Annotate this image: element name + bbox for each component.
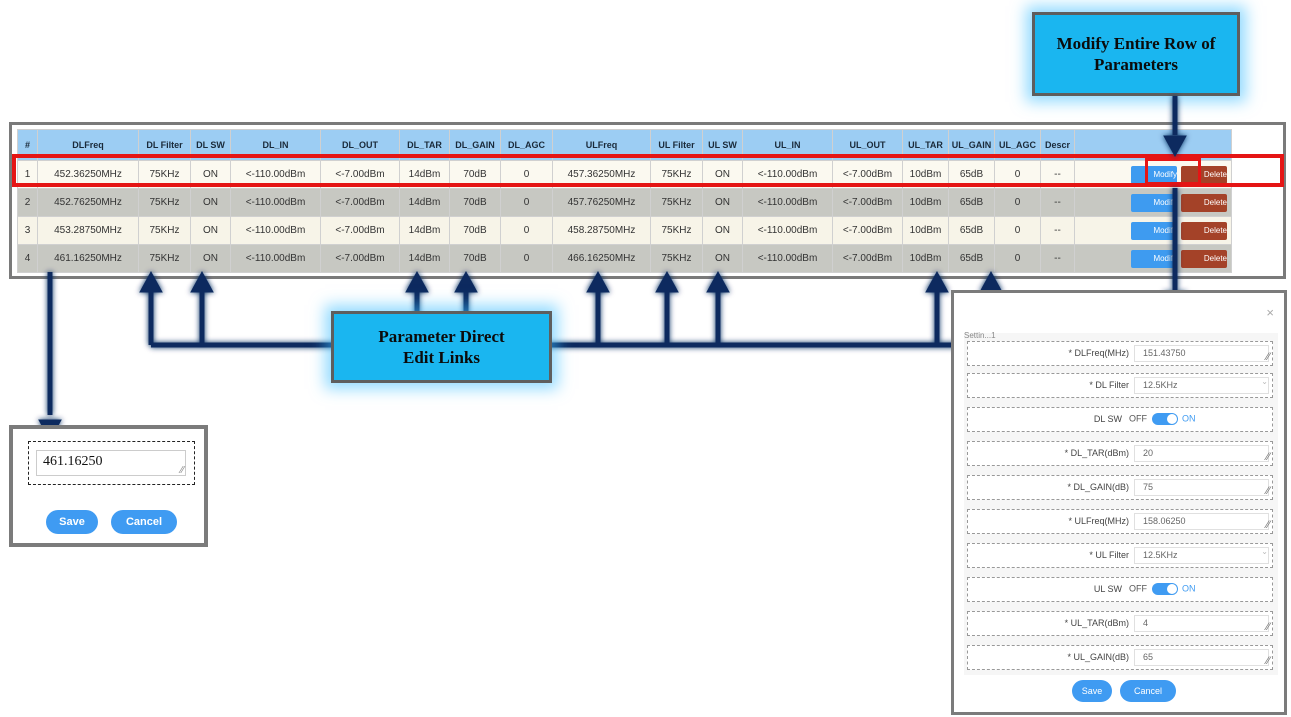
- up-arrow-icon: [454, 270, 478, 293]
- popup-cancel-button[interactable]: Cancel: [111, 510, 177, 534]
- dialog-field: * UL_GAIN(dB) 65 ⁄⁄: [967, 645, 1273, 670]
- field-input[interactable]: 4: [1134, 615, 1269, 632]
- dialog-field: * DLFreq(MHz) 151.43750 ⁄⁄: [967, 341, 1273, 366]
- textarea-resize-icon: ⁄⁄: [1266, 621, 1270, 633]
- dialog-field: DL SW OFF ON: [967, 407, 1273, 432]
- field-label: * UL_TAR(dBm): [1064, 618, 1129, 628]
- up-arrow-icon: [139, 270, 163, 293]
- field-select[interactable]: 12.5KHz: [1134, 377, 1269, 394]
- field-select[interactable]: 12.5KHz: [1134, 547, 1269, 564]
- textarea-resize-icon: ⁄⁄: [1266, 485, 1270, 497]
- callout-direct-edit: Parameter Direct Edit Links: [331, 311, 552, 383]
- field-input[interactable]: 151.43750: [1134, 345, 1269, 362]
- edit-value-input[interactable]: 461.16250: [36, 450, 186, 476]
- toggle-switch[interactable]: OFF ON: [1129, 583, 1196, 595]
- dialog-field: * DL_GAIN(dB) 75 ⁄⁄: [967, 475, 1273, 500]
- field-label: * DLFreq(MHz): [1068, 348, 1129, 358]
- dialog-field: * UL Filter 12.5KHz ⌄: [967, 543, 1273, 568]
- field-label: * DL_GAIN(dB): [1067, 482, 1129, 492]
- field-input[interactable]: 65: [1134, 649, 1269, 666]
- chevron-down-icon: ⌄: [1261, 377, 1268, 386]
- field-label: * DL Filter: [1089, 380, 1129, 390]
- dialog-save-button[interactable]: Save: [1072, 680, 1112, 702]
- field-label: UL SW: [1093, 584, 1122, 594]
- switch-knob: [1166, 414, 1177, 424]
- field-label: * UL Filter: [1089, 550, 1129, 560]
- textarea-resize-icon: ⁄⁄: [1266, 519, 1270, 531]
- dialog-field: * DL Filter 12.5KHz ⌄: [967, 373, 1273, 398]
- field-label: * UL_GAIN(dB): [1067, 652, 1129, 662]
- up-arrow-icon: [655, 270, 679, 293]
- close-icon[interactable]: ×: [1266, 305, 1274, 320]
- switch-off-label: OFF: [1129, 413, 1147, 424]
- toggle-switch[interactable]: OFF ON: [1129, 413, 1196, 425]
- up-arrow-icon: [925, 270, 949, 293]
- field-input[interactable]: 20: [1134, 445, 1269, 462]
- settings-tab-label[interactable]: Settin...1: [964, 331, 996, 340]
- up-arrow-icon: [405, 270, 429, 293]
- up-arrow-icon: [706, 270, 730, 293]
- field-input[interactable]: 75: [1134, 479, 1269, 496]
- textarea-resize-icon: ⁄⁄: [1266, 451, 1270, 463]
- switch-on-label: ON: [1182, 413, 1196, 424]
- field-label: * DL_TAR(dBm): [1064, 448, 1129, 458]
- up-arrow-icon: [586, 270, 610, 293]
- field-label: * ULFreq(MHz): [1068, 516, 1129, 526]
- textarea-resize-icon: ⁄⁄: [1266, 655, 1270, 667]
- field-label: DL SW: [1093, 414, 1122, 424]
- switch-knob: [1166, 584, 1177, 594]
- down-arrow-icon: [1163, 135, 1187, 158]
- direct-edit-popup: 461.16250 ⁄⁄ Save Cancel: [9, 425, 208, 547]
- switch-track[interactable]: [1151, 413, 1178, 425]
- up-arrow-icon: [190, 270, 214, 293]
- dialog-cancel-button[interactable]: Cancel: [1120, 680, 1176, 702]
- popup-save-button[interactable]: Save: [46, 510, 98, 534]
- dialog-field: * DL_TAR(dBm) 20 ⁄⁄: [967, 441, 1273, 466]
- switch-track[interactable]: [1151, 583, 1178, 595]
- field-input[interactable]: 158.06250: [1134, 513, 1269, 530]
- textarea-resize-icon: ⁄⁄: [180, 465, 184, 476]
- edit-input-focus-border: 461.16250 ⁄⁄: [28, 441, 195, 485]
- modify-row-dialog: × Settin...1 * DLFreq(MHz) 151.43750 ⁄⁄ * D…: [951, 290, 1287, 715]
- textarea-resize-icon: ⁄⁄: [1266, 351, 1270, 363]
- up-arrow-icon: [979, 270, 1003, 293]
- dialog-field: * ULFreq(MHz) 158.06250 ⁄⁄: [967, 509, 1273, 534]
- switch-on-label: ON: [1182, 583, 1196, 594]
- chevron-down-icon: ⌄: [1261, 547, 1268, 556]
- dialog-field: * UL_TAR(dBm) 4 ⁄⁄: [967, 611, 1273, 636]
- switch-off-label: OFF: [1129, 583, 1147, 594]
- callout-direct-edit-text: Parameter Direct Edit Links: [378, 327, 505, 367]
- dialog-field: UL SW OFF ON: [967, 577, 1273, 602]
